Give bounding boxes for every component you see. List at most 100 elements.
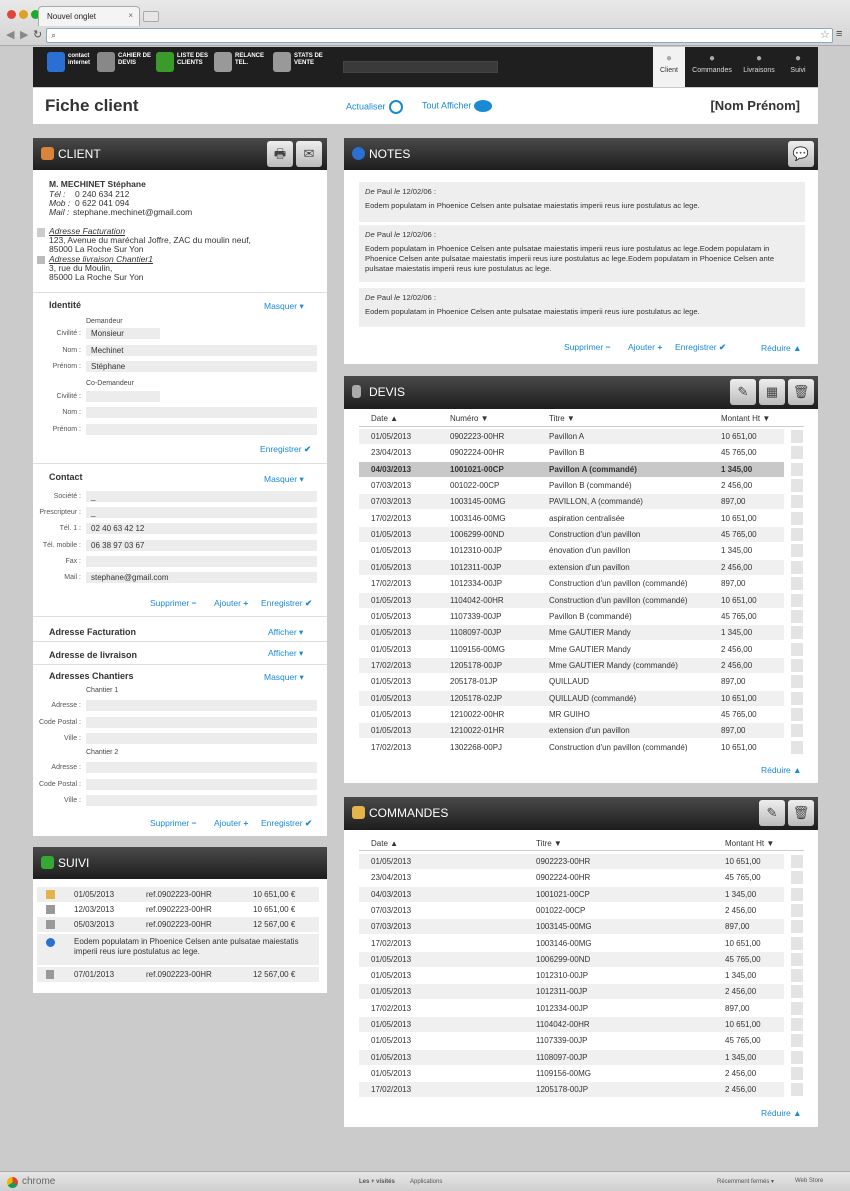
navbar-right-client[interactable]: ● Client (653, 47, 685, 87)
bottom-tab-most-visited[interactable]: Les + visités (359, 1179, 395, 1185)
table-row[interactable]: 01/05/2013 1109156-00MG Mme GAUTIER Mandy 2… (359, 642, 803, 657)
navbar-item-2[interactable]: LISTE DES CLIENTS (177, 53, 211, 67)
new-tab-button[interactable] (143, 11, 159, 22)
col-date[interactable]: Date ▲ (371, 414, 398, 423)
reload-icon[interactable]: ↻ (33, 28, 42, 41)
site-field[interactable] (86, 733, 317, 744)
row-action[interactable] (791, 642, 803, 656)
row-action[interactable] (791, 577, 803, 591)
contact-field[interactable]: 06 38 97 03 67 (86, 540, 317, 551)
table-row[interactable]: 01/05/2013 0902223-00HR Pavillon A 10 651,0… (359, 429, 803, 444)
table-row[interactable]: 01/05/2013 1205178-02JP QUILLAUD (commandé… (359, 690, 803, 706)
table-row[interactable]: 01/05/2013 1012311-00JP 2 456,00 (359, 984, 803, 1000)
table-row[interactable]: 01/05/2013 1108097-00JP 1 345,00 (359, 1049, 803, 1065)
site-field[interactable] (86, 700, 317, 711)
tab-close-icon[interactable]: × (128, 11, 133, 20)
chat-button[interactable]: 💬 (788, 141, 814, 167)
row-action[interactable] (791, 430, 803, 443)
calculator-icon[interactable] (97, 52, 115, 72)
row-action[interactable] (791, 495, 803, 509)
back-icon[interactable]: ◀ (6, 28, 14, 41)
site-field[interactable] (86, 762, 317, 773)
row-action[interactable] (791, 1083, 803, 1097)
navbar-item-3[interactable]: RELANCE TEL. (235, 53, 269, 67)
identity-save-button[interactable]: Enregistrer ✔ (260, 444, 311, 455)
user-icon[interactable] (156, 52, 174, 72)
suivi-row[interactable]: 01/05/2013 ref.0902223-00HR 10 651,00 € (37, 887, 319, 902)
row-action[interactable] (791, 1001, 803, 1015)
table-row[interactable]: 01/05/2013 1210022-01HR extension d'un pav… (359, 723, 803, 739)
identity-hide-button[interactable]: Masquer ▾ (264, 301, 304, 312)
site-field[interactable] (86, 716, 317, 728)
table-row[interactable]: 01/05/2013 1012311-00JP extension d'un pav… (359, 559, 803, 575)
table-row[interactable]: 17/02/2013 1003146-00MG aspiration central… (359, 511, 803, 526)
table-row[interactable]: 17/02/2013 1012334-00JP Construction d'un … (359, 576, 803, 591)
contact-field[interactable]: _ (86, 491, 317, 502)
mail-button[interactable]: ✉ (296, 141, 322, 167)
co-prenom-field[interactable] (86, 424, 317, 435)
site-field[interactable] (86, 795, 317, 806)
navbar-right-suivi[interactable]: ● Suivi (783, 47, 813, 87)
row-action[interactable] (791, 1034, 803, 1048)
suivi-row[interactable]: 12/03/2013 ref.0902223-00HR 10 651,00 € (37, 902, 319, 917)
show-all-button[interactable]: Tout Afficher (422, 100, 492, 112)
client-mail[interactable]: stephane.mechinet@gmail.com (73, 207, 192, 218)
navbar-search-input[interactable] (343, 61, 498, 73)
row-action[interactable] (791, 1066, 803, 1080)
table-row[interactable]: 17/02/2013 1003146-00MG 10 651,00 (359, 936, 803, 951)
sites-delete-button[interactable]: Supprimer − (150, 818, 197, 828)
row-action[interactable] (791, 1018, 803, 1031)
row-action[interactable] (791, 479, 803, 493)
table-row[interactable]: 04/03/2013 1001021-00CP Pavillon A (comman… (359, 461, 803, 477)
bookmark-star-icon[interactable]: ☆ (820, 28, 830, 41)
navbar-item-1[interactable]: CAHIER DE DEVIS (118, 53, 152, 67)
row-action[interactable] (791, 1050, 803, 1064)
table-row[interactable]: 17/02/2013 1205178-00JP 2 456,00 (359, 1082, 803, 1098)
contact-field[interactable]: 02 40 63 42 12 (86, 523, 317, 534)
table-row[interactable]: 01/05/2013 1210022-00HR MR GUIHO 45 765,00 (359, 707, 803, 722)
sites-save-button[interactable]: Enregistrer ✔ (261, 818, 312, 829)
notes-save-button[interactable]: Enregistrer ✔ (675, 342, 726, 353)
suivi-row[interactable]: 05/03/2013 ref.0902223-00HR 12 567,00 € (37, 917, 319, 932)
row-action[interactable] (791, 920, 803, 934)
billing-show-button[interactable]: Afficher ▾ (268, 627, 303, 638)
table-row[interactable]: 17/02/2013 1205178-00JP Mme GAUTIER Mandy … (359, 657, 803, 673)
table-row[interactable]: 17/02/2013 1302268-00PJ Construction d'un … (359, 740, 803, 755)
print-button[interactable]: 🖶 (267, 141, 293, 167)
table-row[interactable]: 01/05/2013 1107339-00JP 45 765,00 (359, 1033, 803, 1048)
row-action[interactable] (791, 462, 803, 476)
col-date[interactable]: Date ▲ (371, 839, 398, 848)
table-row[interactable]: 01/05/2013 1006299-00ND 45 765,00 (359, 951, 803, 967)
navbar-item-4[interactable]: STATS DE VENTE (294, 53, 328, 67)
row-action[interactable] (791, 724, 803, 738)
delete-button[interactable]: 🗑 (788, 800, 814, 826)
prenom-field[interactable]: Stéphane (86, 361, 317, 372)
row-action[interactable] (791, 626, 803, 640)
table-row[interactable]: 07/03/2013 001022-00CP Pavillon B (command… (359, 478, 803, 493)
contact-field[interactable]: stephane@gmail.com (86, 572, 317, 583)
row-action[interactable] (791, 903, 803, 917)
row-action[interactable] (791, 936, 803, 950)
row-action[interactable] (791, 446, 803, 460)
table-row[interactable]: 01/05/2013 1012310-00JP 1 345,00 (359, 968, 803, 983)
table-row[interactable]: 01/05/2013 1104042-00HR 10 651,00 (359, 1017, 803, 1032)
site-field[interactable] (86, 778, 317, 790)
commandes-collapse-button[interactable]: Réduire ▲ (761, 1108, 802, 1118)
edit-button[interactable]: ✎ (730, 379, 756, 405)
nom-field[interactable]: Mechinet (86, 345, 317, 356)
table-row[interactable]: 01/05/2013 0902223-00HR 10 651,00 (359, 854, 803, 869)
refresh-button[interactable]: Actualiser (346, 100, 403, 114)
recently-closed-link[interactable]: Récemment fermés ▾ (717, 1178, 774, 1185)
row-action[interactable] (791, 855, 803, 868)
contact-save-button[interactable]: Enregistrer ✔ (261, 598, 312, 609)
row-action[interactable] (791, 593, 803, 607)
civilite-select[interactable]: Monsieur (86, 328, 160, 339)
contact-add-button[interactable]: Ajouter + (214, 598, 248, 608)
table-row[interactable]: 04/03/2013 1001021-00CP 1 345,00 (359, 886, 803, 902)
row-action[interactable] (791, 675, 803, 689)
co-civilite-select[interactable] (86, 391, 160, 402)
table-row[interactable]: 07/03/2013 1003145-00MG PAVILLON, A (comma… (359, 494, 803, 510)
forward-icon[interactable]: ▶ (20, 28, 28, 41)
row-action[interactable] (791, 952, 803, 966)
new-devis-button[interactable]: ▦ (759, 379, 785, 405)
